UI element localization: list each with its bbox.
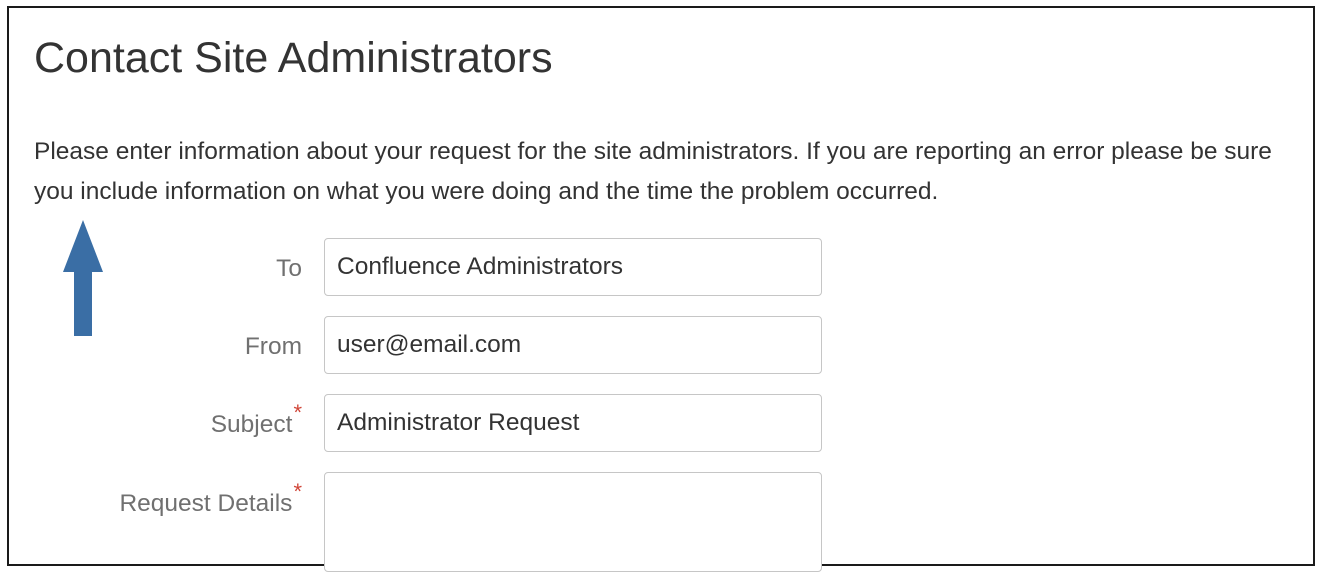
form-row-subject: Subject*: [0, 394, 830, 454]
request-details-field[interactable]: [324, 472, 822, 572]
page-title: Contact Site Administrators: [34, 34, 553, 82]
to-label: To: [276, 255, 302, 282]
details-label-group: Request Details*: [119, 479, 302, 518]
subject-field[interactable]: [324, 394, 822, 452]
form-row-details: Request Details*: [0, 472, 830, 572]
form-row-to: To: [0, 238, 830, 298]
required-marker: *: [293, 479, 302, 504]
form-row-from: From: [0, 316, 830, 376]
from-label: From: [244, 333, 302, 360]
intro-text: Please enter information about your requ…: [34, 138, 1272, 205]
request-details-label: Request Details: [119, 490, 293, 517]
from-field[interactable]: [324, 316, 822, 374]
required-marker: *: [293, 400, 302, 425]
to-field[interactable]: [324, 238, 822, 296]
subject-label: Subject: [210, 411, 293, 438]
subject-label-group: Subject*: [210, 400, 302, 439]
